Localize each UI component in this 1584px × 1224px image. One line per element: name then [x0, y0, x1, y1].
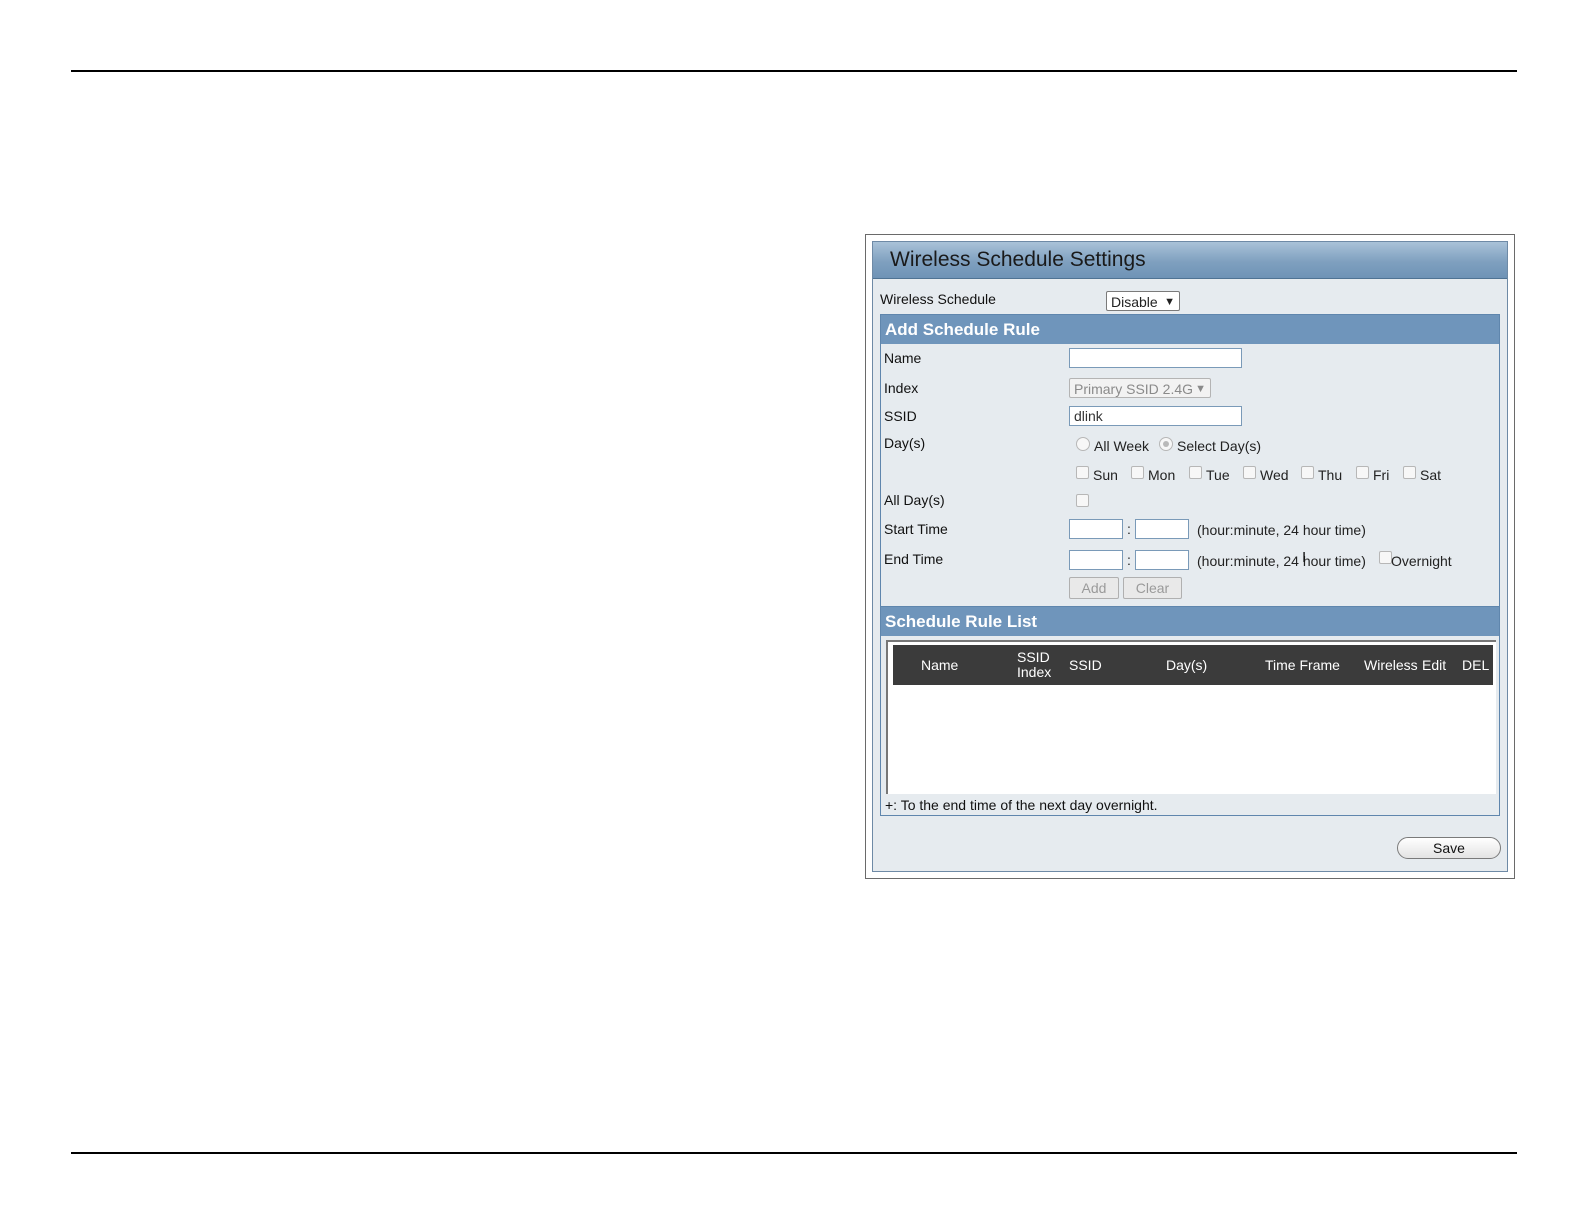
end-minute-input[interactable] — [1135, 550, 1189, 570]
day-checkbox-fri[interactable] — [1356, 466, 1369, 479]
add-schedule-rule-section: Add Schedule Rule Name Index Primary SSI… — [880, 314, 1500, 607]
name-label: Name — [884, 350, 922, 366]
wireless-schedule-value: Disable — [1111, 294, 1158, 310]
name-input[interactable] — [1069, 348, 1242, 368]
day-label-mon: Mon — [1148, 467, 1176, 483]
column-header-days: Day(s) — [1166, 657, 1208, 673]
table-header-row: Name SSID Index SSID Day(s) Time Frame W… — [893, 645, 1493, 685]
wireless-schedule-select[interactable]: Disable ▼ — [1106, 291, 1180, 311]
day-label-sun: Sun — [1093, 467, 1118, 483]
day-label-fri: Fri — [1373, 467, 1390, 483]
clear-button[interactable]: Clear — [1123, 577, 1182, 599]
end-time-label: End Time — [884, 551, 944, 567]
column-header-name: Name — [921, 657, 959, 673]
chevron-down-icon: ▼ — [1195, 383, 1206, 395]
top-divider — [71, 70, 1517, 72]
overnight-label: Overnight — [1391, 553, 1452, 569]
index-value: Primary SSID 2.4G — [1074, 381, 1194, 397]
start-time-label: Start Time — [884, 521, 948, 537]
chevron-down-icon: ▼ — [1164, 296, 1175, 308]
save-button[interactable]: Save — [1397, 837, 1501, 859]
wireless-schedule-panel: Wireless Schedule Settings Wireless Sche… — [865, 234, 1515, 879]
column-header-ssid-index: SSID Index — [1017, 649, 1052, 680]
day-checkbox-thu[interactable] — [1301, 466, 1314, 479]
schedule-rule-table: Name SSID Index SSID Day(s) Time Frame W… — [886, 640, 1496, 794]
days-label: Day(s) — [884, 435, 926, 451]
day-label-sat: Sat — [1420, 467, 1442, 483]
day-checkbox-sun[interactable] — [1076, 466, 1089, 479]
index-label: Index — [884, 380, 919, 396]
end-time-hint: (hour:minute, 24 hour time) — [1197, 553, 1366, 569]
end-time-separator: : — [1127, 552, 1131, 568]
all-days-label: All Day(s) — [884, 492, 945, 508]
day-checkbox-sat[interactable] — [1403, 466, 1416, 479]
panel-body: Wireless Schedule Settings Wireless Sche… — [872, 241, 1508, 872]
overnight-footnote: +: To the end time of the next day overn… — [885, 797, 1158, 813]
day-label-tue: Tue — [1206, 467, 1230, 483]
schedule-rule-list-section: Schedule Rule List Name SSID Index SSID … — [880, 606, 1500, 816]
all-week-label: All Week — [1094, 438, 1149, 454]
column-header-time-frame: Time Frame — [1265, 657, 1340, 673]
all-days-checkbox[interactable] — [1076, 494, 1089, 507]
day-checkbox-tue[interactable] — [1189, 466, 1202, 479]
select-days-label: Select Day(s) — [1177, 438, 1262, 454]
column-header-wireless: Wireless — [1364, 657, 1418, 673]
start-time-separator: : — [1127, 521, 1131, 537]
add-schedule-rule-header: Add Schedule Rule — [881, 315, 1499, 344]
column-header-ssid: SSID — [1069, 657, 1102, 673]
day-label-thu: Thu — [1318, 467, 1343, 483]
start-time-hint: (hour:minute, 24 hour time) — [1197, 522, 1366, 538]
start-minute-input[interactable] — [1135, 519, 1189, 539]
start-hour-input[interactable] — [1069, 519, 1123, 539]
column-header-del: DEL — [1462, 657, 1490, 673]
panel-title: Wireless Schedule Settings — [873, 242, 1507, 279]
ssid-label: SSID — [884, 408, 917, 424]
schedule-rule-list-header: Schedule Rule List — [881, 607, 1499, 636]
end-hour-input[interactable] — [1069, 550, 1123, 570]
column-header-edit: Edit — [1422, 657, 1447, 673]
text-cursor-icon: I — [1302, 549, 1307, 566]
day-label-wed: Wed — [1260, 467, 1289, 483]
bottom-divider — [71, 1152, 1517, 1154]
all-week-radio[interactable] — [1076, 437, 1090, 451]
day-checkbox-mon[interactable] — [1131, 466, 1144, 479]
day-checkbox-wed[interactable] — [1243, 466, 1256, 479]
index-select[interactable]: Primary SSID 2.4G ▼ — [1069, 378, 1211, 398]
add-button[interactable]: Add — [1069, 577, 1119, 599]
select-days-radio[interactable] — [1159, 437, 1173, 451]
ssid-input[interactable]: dlink — [1069, 406, 1242, 426]
wireless-schedule-label: Wireless Schedule — [880, 291, 996, 307]
